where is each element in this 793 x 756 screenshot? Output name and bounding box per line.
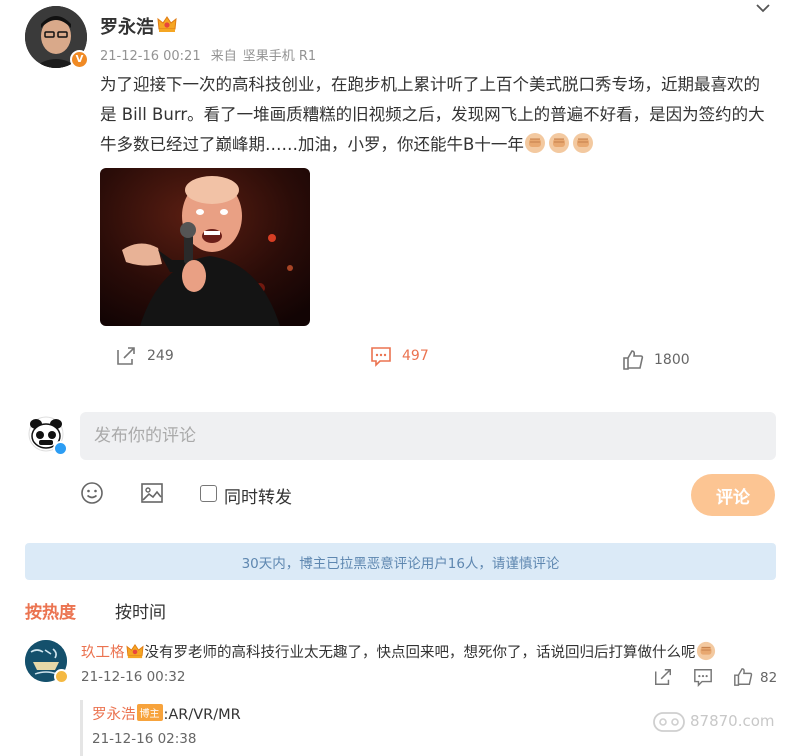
like-icon [623, 350, 644, 370]
reply-line: 罗永浩 博主:AR/VR/MR [92, 703, 241, 724]
comment-count: 497 [402, 348, 429, 364]
repost-action[interactable]: 249 [115, 345, 174, 367]
post-source: 坚果手机 R1 [242, 49, 317, 64]
post-body: 为了迎接下一次的高科技创业，在跑步机上累计听了上百个美式脱口秀专场，近期最喜欢的… [100, 75, 765, 154]
verified-badge: V [70, 50, 89, 69]
post-action-bar: 249 497 1800 [0, 345, 793, 375]
like-action[interactable]: 1800 [622, 349, 690, 371]
submit-comment-button[interactable]: 评论 [691, 474, 775, 516]
author-name[interactable]: 罗永浩 [100, 13, 154, 39]
post-date[interactable]: 21-12-16 00:21 [100, 49, 201, 64]
tab-sort-time[interactable]: 按时间 [115, 598, 166, 623]
share-icon[interactable] [653, 667, 673, 687]
like-count: 1800 [654, 352, 690, 368]
fist-emoji-icon [524, 133, 545, 153]
commenter-name[interactable]: 玖工格 [81, 645, 125, 661]
author-badge: 博主 [136, 704, 163, 721]
repost-checkbox[interactable] [200, 485, 217, 502]
commenter-verified-badge [54, 669, 69, 684]
reply-time: 21-12-16 02:38 [92, 731, 197, 747]
repost-checkbox-label[interactable]: 同时转发 [224, 483, 292, 508]
image-icon[interactable] [140, 481, 164, 505]
post-meta: 21-12-16 00:21 来自 坚果手机 R1 [100, 45, 322, 64]
watermark-text: 87870.com [690, 712, 775, 730]
crown-icon [125, 643, 144, 659]
tab-sort-hot[interactable]: 按热度 [25, 598, 76, 623]
chevron-down-icon[interactable] [755, 2, 771, 14]
share-icon [117, 347, 135, 365]
post-text: 为了迎接下一次的高科技创业，在跑步机上累计听了上百个美式脱口秀专场，近期最喜欢的… [100, 70, 775, 160]
reply-text: :AR/VR/MR [163, 707, 241, 723]
like-icon[interactable] [733, 667, 753, 687]
user-verified-badge [53, 441, 68, 456]
comment-line: 玖工格 没有罗老师的高科技行业太无趣了，快点回来吧，想死你了，话说回归后打算做什么… [81, 641, 716, 662]
repost-count: 249 [147, 348, 174, 364]
comment-like-count: 82 [760, 670, 778, 686]
fist-emoji-icon [572, 133, 593, 153]
comment-text: 没有罗老师的高科技行业太无趣了，快点回来吧，想死你了，话说回归后打算做什么呢 [144, 645, 696, 661]
moderation-notice: 30天内，博主已拉黑恶意评论用户16人，请谨慎评论 [25, 543, 776, 580]
reply-author[interactable]: 罗永浩 [92, 707, 136, 723]
watermark-logo-icon [653, 712, 685, 732]
comment-icon[interactable] [693, 667, 713, 687]
emoji-icon[interactable] [80, 481, 104, 505]
comment-input[interactable] [80, 412, 776, 460]
reply-divider [80, 700, 83, 756]
comment-action[interactable]: 497 [370, 345, 429, 367]
post-image[interactable] [100, 168, 310, 326]
comment-time: 21-12-16 00:32 [81, 669, 186, 685]
fist-emoji-icon [548, 133, 569, 153]
watermark: 87870.com [652, 707, 775, 735]
fist-emoji-icon [696, 641, 715, 661]
source-prefix: 来自 [210, 49, 237, 64]
crown-icon [157, 16, 177, 32]
comment-icon [371, 347, 391, 367]
